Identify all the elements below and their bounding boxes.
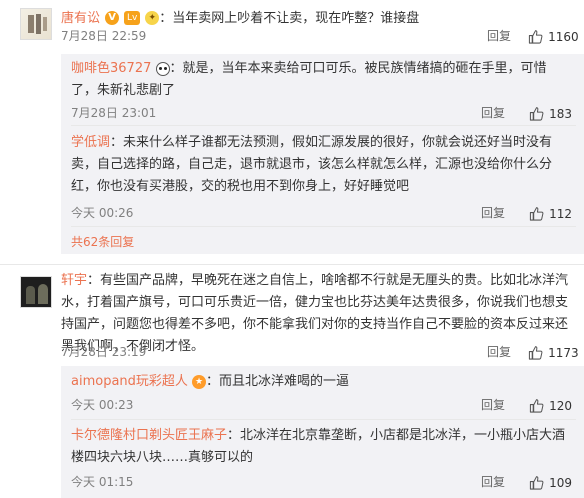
- thumbs-up-icon: [529, 476, 544, 490]
- level-badge-icon: Lv: [124, 10, 141, 25]
- reply-username[interactable]: 咖啡色36727: [71, 61, 151, 76]
- reply-item: 咖啡色36727 ：就是，当年本来卖给可口可乐。被民族情绪搞的砸在手里，可惜了，…: [71, 58, 571, 102]
- thumbs-up-icon: [529, 207, 544, 221]
- star-badge-icon: ★: [192, 374, 207, 389]
- like-count: 183: [549, 107, 572, 121]
- reply-text: ：而且北冰洋难喝的一逼: [206, 374, 350, 389]
- reply-item: aimopand玩彩超人 ★ ：而且北冰洋难喝的一逼: [71, 371, 571, 393]
- reply-text: ：未来什么样子谁都无法预测，假如汇源发展的很好，你就会说还好当时没有卖，自己选择…: [71, 135, 553, 194]
- like-button[interactable]: 1160: [528, 26, 579, 45]
- reply-time: 今天 00:23: [71, 398, 134, 412]
- like-count: 1160: [548, 30, 579, 44]
- vip-badge-icon: V: [105, 10, 120, 25]
- comment-time: 7月28日 23:19: [61, 345, 147, 359]
- username[interactable]: 唐有讼: [61, 11, 100, 26]
- like-count: 109: [549, 476, 572, 490]
- like-count: 112: [549, 207, 572, 221]
- reply-username[interactable]: 卡尔德隆村口剃头匠王麻子: [71, 428, 227, 443]
- more-replies-link[interactable]: 共62条回复: [71, 234, 134, 250]
- avatar[interactable]: [20, 276, 52, 308]
- like-count: 120: [549, 399, 572, 413]
- reply-username[interactable]: aimopand玩彩超人: [71, 374, 188, 389]
- like-button[interactable]: 120: [529, 395, 572, 414]
- like-button[interactable]: 112: [529, 203, 572, 222]
- reply-item: 卡尔德隆村口剃头匠王麻子：北冰洋在北京靠垄断，小店都是北冰洋，一小瓶小店大酒楼四…: [71, 425, 571, 469]
- reply-time: 7月28日 23:01: [71, 106, 157, 120]
- panda-badge-icon: [155, 61, 170, 76]
- like-button[interactable]: 1173: [528, 342, 579, 361]
- divider: [71, 419, 576, 420]
- like-count: 1173: [548, 346, 579, 360]
- reply-username[interactable]: 学低调: [71, 135, 110, 150]
- reply-time: 今天 00:26: [71, 206, 134, 220]
- comment-time: 7月28日 22:59: [61, 29, 147, 43]
- reply-button[interactable]: 回复: [481, 105, 505, 121]
- emoji-badge-icon: ✦: [145, 10, 160, 25]
- thumbs-up-icon: [528, 346, 543, 360]
- reply-time: 今天 01:15: [71, 475, 134, 489]
- reply-button[interactable]: 回复: [481, 205, 505, 221]
- reply-button[interactable]: 回复: [481, 474, 505, 490]
- reply-button[interactable]: 回复: [481, 397, 505, 413]
- thumbs-up-icon: [529, 107, 544, 121]
- reply-button[interactable]: 回复: [487, 344, 511, 360]
- divider: [71, 125, 576, 126]
- divider: [71, 226, 576, 227]
- comment-text: ：有些国产品牌，早晚死在迷之自信上，啥啥都不行就是无厘头的贵。比如北冰洋汽水，打…: [61, 273, 569, 354]
- thumbs-up-icon: [529, 399, 544, 413]
- avatar[interactable]: [20, 8, 52, 40]
- like-button[interactable]: 109: [529, 472, 572, 491]
- comment-header: 唐有讼 V Lv ✦ ：当年卖网上吵着不让卖，现在咋整？谁接盘: [61, 6, 581, 30]
- comment-thread: 唐有讼 V Lv ✦ ：当年卖网上吵着不让卖，现在咋整？谁接盘 7月28日 22:…: [0, 0, 584, 498]
- reply-button[interactable]: 回复: [487, 28, 511, 44]
- reply-item: 学低调：未来什么样子谁都无法预测，假如汇源发展的很好，你就会说还好当时没有卖，自…: [71, 132, 571, 198]
- thumbs-up-icon: [528, 30, 543, 44]
- comment-divider: [0, 264, 584, 265]
- comment-text: ：当年卖网上吵着不让卖，现在咋整？谁接盘: [159, 11, 420, 26]
- username[interactable]: 轩宇: [61, 273, 87, 288]
- like-button[interactable]: 183: [529, 103, 572, 122]
